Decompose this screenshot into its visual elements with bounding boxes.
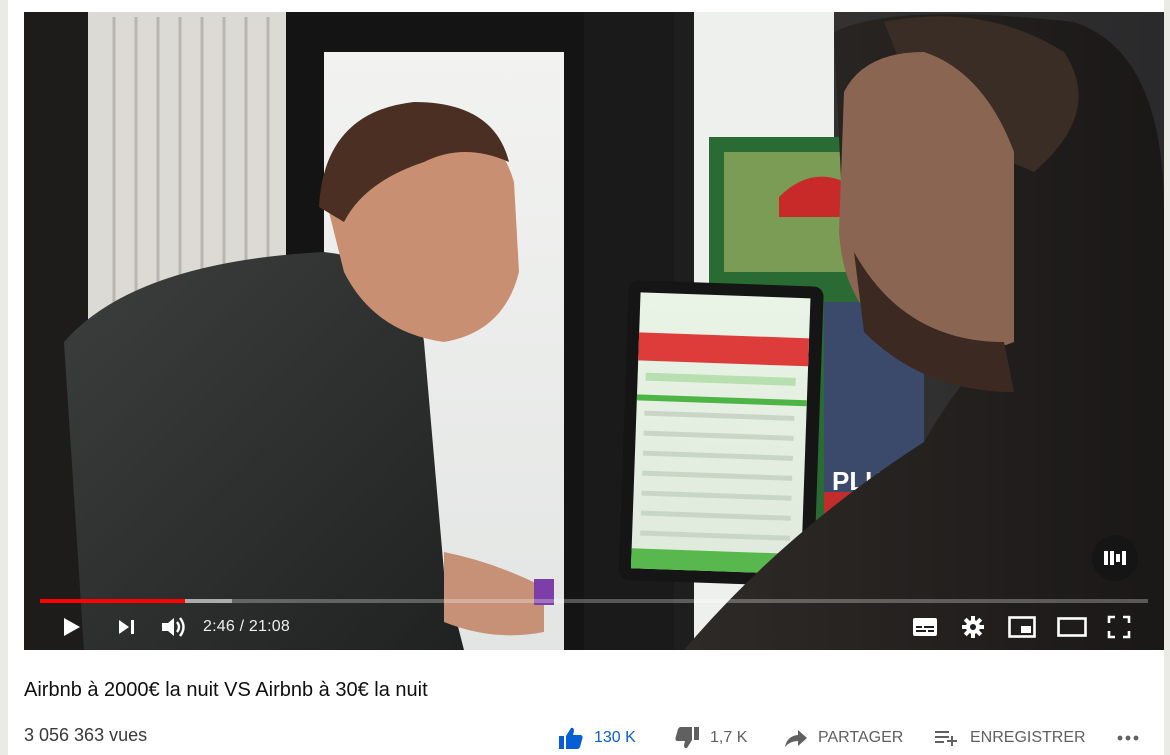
video-title: Airbnb à 2000€ la nuit VS Airbnb à 30€ l… <box>24 679 428 701</box>
miniplayer-button[interactable] <box>1006 612 1038 642</box>
theater-mode-button[interactable] <box>1055 612 1089 642</box>
page: PLUS 2:46 / 21:08 Airbnb à 2000€ la nuit… <box>8 0 1164 755</box>
time-separator: / <box>234 618 249 635</box>
settings-button[interactable] <box>958 612 988 642</box>
subtitles-button[interactable] <box>910 612 940 642</box>
like-count: 130 K <box>594 729 636 746</box>
share-label: PARTAGER <box>818 729 904 746</box>
fullscreen-button[interactable] <box>1104 612 1134 642</box>
fullscreen-icon <box>1107 615 1131 639</box>
progress-played <box>40 599 186 603</box>
volume-button[interactable] <box>157 612 191 642</box>
dislike-icon <box>675 727 699 749</box>
theater-icon <box>1057 617 1087 637</box>
settings-icon <box>962 616 984 638</box>
autoplay-badge[interactable] <box>1092 535 1138 581</box>
progress-bar[interactable] <box>40 599 1148 603</box>
next-icon <box>119 620 134 634</box>
like-button[interactable]: 130 K <box>558 724 636 752</box>
autoplay-badge-icon <box>1104 551 1126 565</box>
next-button[interactable] <box>112 612 142 642</box>
subtitles-icon <box>913 618 937 636</box>
play-icon <box>64 618 80 636</box>
like-icon <box>559 727 583 749</box>
volume-icon <box>162 617 185 637</box>
current-time: 2:46 <box>203 618 235 635</box>
video-frame[interactable]: PLUS <box>24 12 1164 650</box>
dislike-count: 1,7 K <box>710 729 748 746</box>
time-display: 2:46 / 21:08 <box>203 618 290 636</box>
share-icon <box>785 730 807 747</box>
save-button[interactable]: ENREGISTRER <box>934 724 1086 752</box>
duration: 21:08 <box>248 618 290 635</box>
view-count: 3 056 363 vues <box>24 725 148 745</box>
more-actions-button[interactable] <box>1116 724 1140 752</box>
dislike-button[interactable]: 1,7 K <box>674 724 747 752</box>
play-button[interactable] <box>56 612 86 642</box>
save-playlist-icon <box>935 731 957 746</box>
miniplayer-icon <box>1008 616 1036 638</box>
video-player[interactable]: PLUS 2:46 / 21:08 <box>24 12 1164 650</box>
save-label: ENREGISTRER <box>970 729 1086 746</box>
more-icon <box>1117 735 1139 741</box>
share-button[interactable]: PARTAGER <box>784 724 903 752</box>
